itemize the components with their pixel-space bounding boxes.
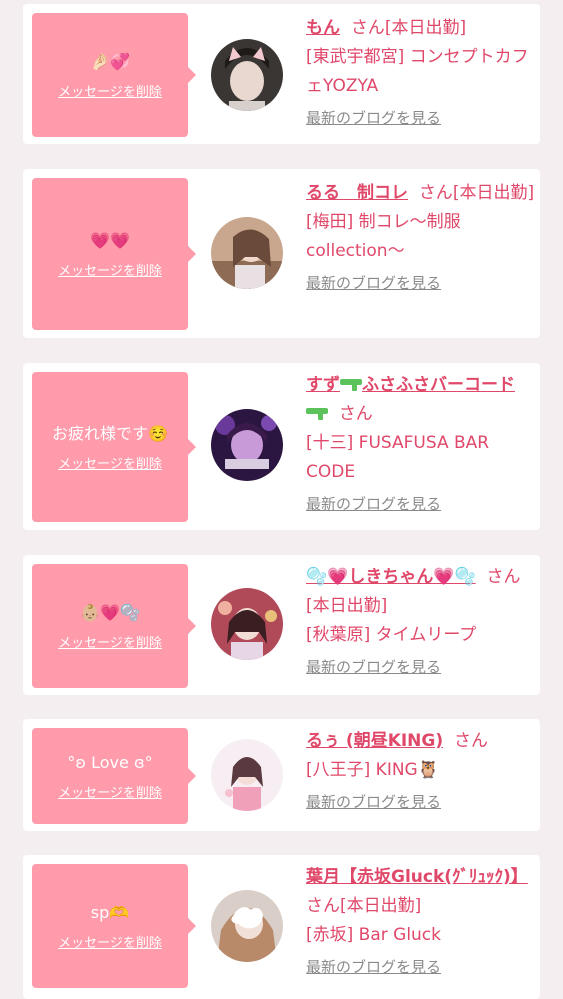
list-item: お疲れ様です☺️ メッセージを削除 すず ふさふさバーコード さん [十三] FU… bbox=[23, 363, 540, 530]
delete-message-link[interactable]: メッセージを削除 bbox=[58, 632, 162, 651]
avatar[interactable] bbox=[211, 890, 283, 962]
delete-message-link[interactable]: メッセージを削除 bbox=[58, 260, 162, 279]
message-bubble: °ʚ Love ɞ° メッセージを削除 bbox=[32, 728, 196, 824]
honorific: さん bbox=[350, 18, 385, 38]
latest-blog-link[interactable]: 最新のブログを見る bbox=[306, 656, 536, 678]
latest-blog-link[interactable]: 最新のブログを見る bbox=[306, 791, 536, 813]
avatar[interactable] bbox=[211, 739, 283, 811]
cast-name-link[interactable]: るる 制コレ bbox=[306, 183, 408, 203]
message-text: °ʚ Love ɞ° bbox=[67, 752, 153, 772]
shop-text: [秋葉原] タイムリープ bbox=[306, 625, 477, 645]
list-item: sp🫶 メッセージを削除 葉月【赤坂Gluck(ｸﾞﾘｭｯｸ)】 さん[本日出勤… bbox=[23, 855, 540, 999]
shop-text: [梅田] 制コレ〜制服collection〜 bbox=[306, 212, 461, 261]
avatar[interactable] bbox=[211, 409, 283, 481]
water-pistol-icon bbox=[306, 408, 328, 420]
latest-blog-link[interactable]: 最新のブログを見る bbox=[306, 272, 536, 294]
cast-info: もん さん[本日出勤] [東武宇都宮] コンセプトカフェYOZYA 最新のブログ… bbox=[306, 14, 536, 129]
message-bubble: 🤌🏻💞 メッセージを削除 bbox=[32, 13, 196, 137]
latest-blog-link[interactable]: 最新のブログを見る bbox=[306, 956, 536, 978]
avatar[interactable] bbox=[211, 588, 283, 660]
cast-name-link[interactable]: るぅ (朝昼KING) bbox=[306, 731, 443, 751]
message-bubble: お疲れ様です☺️ メッセージを削除 bbox=[32, 372, 196, 522]
cast-name-link[interactable]: すず ふさふさバーコード bbox=[306, 375, 515, 424]
cast-info: すず ふさふさバーコード さん [十三] FUSAFUSA BAR CODE 最新… bbox=[306, 371, 536, 515]
cast-info: るぅ (朝昼KING) さん [八王子] KING🦉 最新のブログを見る bbox=[306, 727, 536, 813]
cast-info: 葉月【赤坂Gluck(ｸﾞﾘｭｯｸ)】 さん[本日出勤] [赤坂] Bar Gl… bbox=[306, 863, 536, 978]
message-list: 🤌🏻💞 メッセージを削除 もん さん[本日出勤] [東武宇都宮] コンセプトカフ… bbox=[0, 0, 563, 999]
status-text: [本日出勤] bbox=[340, 896, 422, 916]
cast-name-link[interactable]: 葉月【赤坂Gluck(ｸﾞﾘｭｯｸ)】 bbox=[306, 867, 528, 887]
delete-message-link[interactable]: メッセージを削除 bbox=[58, 782, 162, 801]
message-text: 💗💗 bbox=[90, 230, 130, 250]
list-item: 💗💗 メッセージを削除 るる 制コレ さん[本日出勤] [梅田] 制コレ〜制服c… bbox=[23, 169, 540, 338]
list-item: 👶🏼💗🫧 メッセージを削除 🫧💗しきちゃん💗🫧 さん [本日出勤] [秋葉原] タ… bbox=[23, 555, 540, 695]
list-item: 🤌🏻💞 メッセージを削除 もん さん[本日出勤] [東武宇都宮] コンセプトカフ… bbox=[23, 4, 540, 144]
avatar[interactable] bbox=[211, 217, 283, 289]
message-text: 👶🏼💗🫧 bbox=[80, 602, 140, 622]
latest-blog-link[interactable]: 最新のブログを見る bbox=[306, 107, 536, 129]
message-bubble: sp🫶 メッセージを削除 bbox=[32, 864, 196, 988]
list-item: °ʚ Love ɞ° メッセージを削除 るぅ (朝昼KING) さん [八王子]… bbox=[23, 719, 540, 831]
honorific: さん bbox=[486, 567, 521, 587]
cast-info: るる 制コレ さん[本日出勤] [梅田] 制コレ〜制服collection〜 最… bbox=[306, 179, 536, 294]
water-pistol-icon bbox=[340, 379, 362, 391]
cast-name-link[interactable]: もん bbox=[306, 18, 340, 38]
avatar[interactable] bbox=[211, 39, 283, 111]
delete-message-link[interactable]: メッセージを削除 bbox=[58, 453, 162, 472]
delete-message-link[interactable]: メッセージを削除 bbox=[58, 932, 162, 951]
status-text: [本日出勤] bbox=[384, 18, 467, 38]
honorific: さん bbox=[418, 183, 453, 203]
shop-text: [赤坂] Bar Gluck bbox=[306, 925, 442, 945]
honorific: さん bbox=[338, 404, 373, 424]
honorific: さん bbox=[453, 731, 488, 751]
message-text: sp🫶 bbox=[90, 902, 130, 922]
message-text: 🤌🏻💞 bbox=[90, 51, 130, 71]
shop-text: [東武宇都宮] コンセプトカフェYOZYA bbox=[306, 47, 529, 96]
shop-text: [十三] FUSAFUSA BAR CODE bbox=[306, 433, 490, 482]
cast-name-link[interactable]: 🫧💗しきちゃん💗🫧 bbox=[306, 567, 476, 587]
message-bubble: 💗💗 メッセージを削除 bbox=[32, 178, 196, 330]
message-text: お疲れ様です☺️ bbox=[52, 423, 168, 443]
shop-text: [八王子] KING🦉 bbox=[306, 760, 439, 780]
honorific: さん bbox=[306, 896, 340, 916]
message-bubble: 👶🏼💗🫧 メッセージを削除 bbox=[32, 564, 196, 688]
delete-message-link[interactable]: メッセージを削除 bbox=[58, 81, 162, 100]
cast-info: 🫧💗しきちゃん💗🫧 さん [本日出勤] [秋葉原] タイムリープ 最新のブログを見… bbox=[306, 563, 536, 678]
latest-blog-link[interactable]: 最新のブログを見る bbox=[306, 493, 536, 515]
status-text: [本日出勤] bbox=[306, 596, 388, 616]
status-text: [本日出勤] bbox=[452, 183, 535, 203]
